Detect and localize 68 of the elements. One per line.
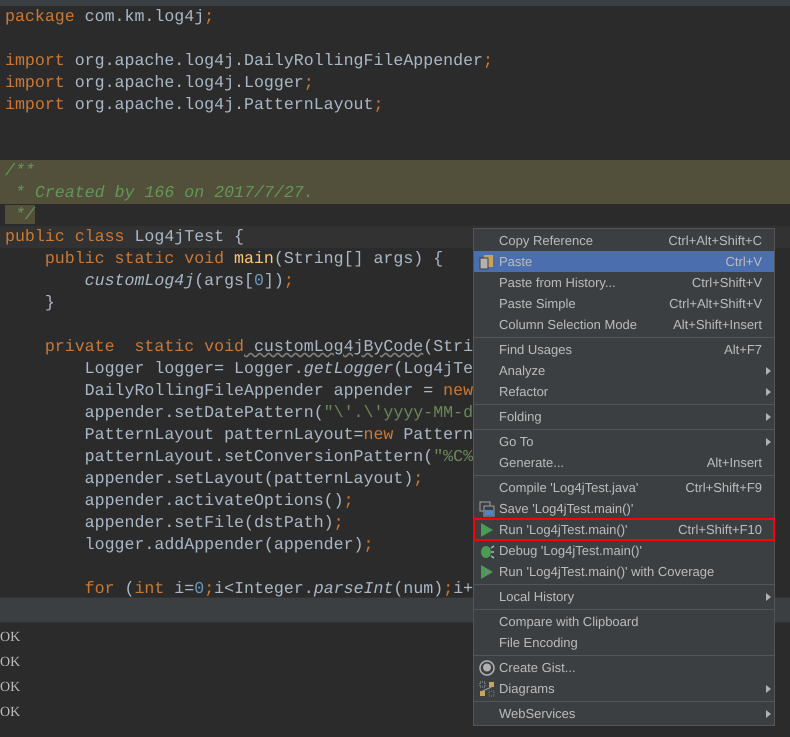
menu-item[interactable]: Paste Simple Ctrl+Alt+Shift+V <box>474 293 774 314</box>
code-line: public static void main(String[] args) { <box>44 249 444 268</box>
code-line: Logger logger= Logger.getLogger(Log4jTe <box>84 359 474 378</box>
menu-item[interactable]: Folding <box>474 406 774 427</box>
menu-item[interactable]: Generate... Alt+Insert <box>474 452 774 473</box>
submenu-arrow-icon <box>766 412 771 420</box>
code-line: logger.addAppender(appender); <box>84 535 374 554</box>
menu-item[interactable]: Analyze <box>474 360 774 381</box>
shortcut-label: Ctrl+Shift+V <box>692 274 763 292</box>
code-line: appender.setDatePattern("\'.\'yyyy-MM-d <box>84 403 474 422</box>
shortcut-label: Ctrl+Alt+Shift+V <box>669 294 763 313</box>
console-line: OK <box>0 630 20 645</box>
submenu-arrow-icon <box>766 710 771 718</box>
menu-item[interactable]: Column Selection Mode Alt+Shift+Insert <box>474 314 774 335</box>
shortcut-label: Ctrl+V <box>726 252 763 271</box>
code-line: package com.km.log4j; <box>5 7 214 26</box>
menu-item[interactable]: Save 'Log4jTest.main()' <box>474 498 774 519</box>
play-icon <box>480 522 494 538</box>
checkered-play-icon <box>480 564 494 580</box>
submenu-arrow-icon <box>766 366 771 374</box>
code-line: appender.setFile(dstPath); <box>84 513 344 532</box>
console-line: OK <box>0 705 20 720</box>
shortcut-label: Alt+F7 <box>724 340 763 359</box>
menu-item[interactable]: Compile 'Log4jTest.java' Ctrl+Shift+F9 <box>474 477 774 498</box>
code-line: for (int i=0;i<Integer.parseInt(num);i+ <box>84 579 474 597</box>
clipboard-icon <box>478 254 494 270</box>
diagram-icon <box>478 680 494 696</box>
bug-icon <box>478 542 494 558</box>
menu-item[interactable]: Go To <box>474 431 774 452</box>
shortcut-label: Ctrl+Shift+F10 <box>678 520 763 539</box>
submenu-arrow-icon <box>766 684 771 692</box>
menu-item[interactable]: Diagrams <box>474 678 774 699</box>
shortcut-label: Ctrl+Shift+F9 <box>685 478 763 497</box>
code-line: /** <box>5 161 35 180</box>
code-line: private static void customLog4jByCode(Stri <box>44 337 474 356</box>
menu-item[interactable]: Compare with Clipboard <box>474 611 774 632</box>
menu-item[interactable]: Paste from History... Ctrl+Shift+V <box>474 272 774 293</box>
menu-item[interactable]: Local History <box>474 586 774 607</box>
code-line: import org.apache.log4j.PatternLayout; <box>5 95 384 114</box>
code-line: import org.apache.log4j.Logger; <box>5 73 314 92</box>
menu-item[interactable]: Find Usages Alt+F7 <box>474 339 774 360</box>
code-line: import org.apache.log4j.DailyRollingFileAppender; <box>5 51 493 70</box>
menu-item[interactable]: Refactor <box>474 381 774 402</box>
submenu-arrow-icon <box>766 592 771 600</box>
menu-item[interactable]: Run 'Log4jTest.main()' with Coverage <box>474 561 774 582</box>
code-line: public class Log4jTest { <box>5 227 244 246</box>
menu-item[interactable]: Create Gist... <box>474 657 774 678</box>
console-line: OK <box>0 680 20 695</box>
shortcut-label: Alt+Shift+Insert <box>673 316 763 334</box>
code-line: appender.setLayout(patternLayout); <box>84 469 424 488</box>
menu-item[interactable]: Run 'Log4jTest.main()' Ctrl+Shift+F10 <box>474 519 774 540</box>
shortcut-label: Ctrl+Alt+Shift+C <box>668 232 763 250</box>
menu-item[interactable]: Debug 'Log4jTest.main()' <box>474 540 774 561</box>
code-line: } <box>44 293 55 312</box>
code-line: PatternLayout patternLayout=new Pattern <box>84 425 474 444</box>
submenu-arrow-icon <box>766 438 771 446</box>
window-icon <box>478 500 494 516</box>
menu-item[interactable]: WebServices <box>474 703 774 724</box>
code-line: patternLayout.setConversionPattern("%C% <box>84 447 474 466</box>
code-line: DailyRollingFileAppender appender = new <box>84 381 474 400</box>
shortcut-label: Alt+Insert <box>706 454 763 472</box>
menu-item[interactable]: Copy Reference Ctrl+Alt+Shift+C <box>474 230 774 251</box>
code-line: appender.activateOptions(); <box>84 491 354 510</box>
menu-item[interactable]: File Encoding <box>474 632 774 653</box>
code-line: customLog4j(args[0]); <box>84 271 294 290</box>
console-line: OK <box>0 655 20 670</box>
code-line: * Created by 166 on 2017/7/27. <box>14 183 314 202</box>
submenu-arrow-icon <box>766 388 771 396</box>
